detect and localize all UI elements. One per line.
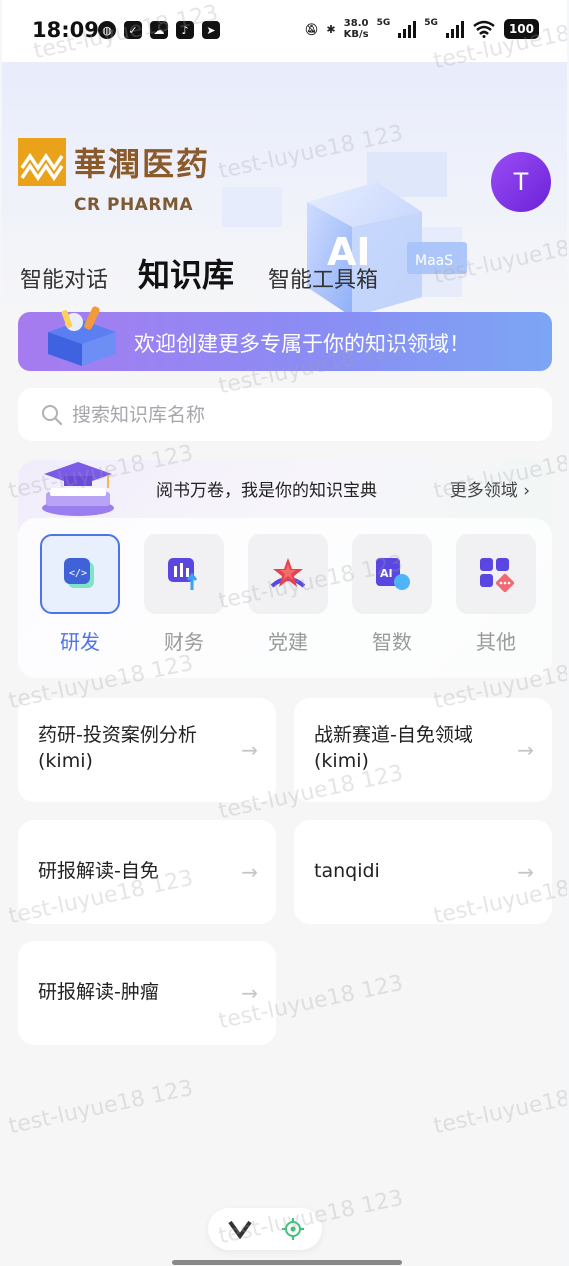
domain-label: 财务 bbox=[164, 630, 204, 654]
kb-item-title: 药研-投资案例分析(kimi) bbox=[38, 724, 197, 772]
domain-icon-box bbox=[248, 534, 328, 614]
domain-ai-data[interactable]: AI 智数 bbox=[352, 534, 432, 655]
gift-box-icon bbox=[48, 306, 116, 366]
kb-item-title: 战新赛道-自免领域(kimi) bbox=[314, 724, 473, 772]
home-indicator[interactable] bbox=[172, 1260, 402, 1265]
battery-indicator: 100 bbox=[503, 19, 539, 39]
domain-label: 党建 bbox=[268, 630, 308, 654]
arrow-right-icon: → bbox=[241, 860, 258, 884]
arrow-right-icon: → bbox=[241, 738, 258, 762]
svg-text:AI: AI bbox=[380, 567, 393, 580]
domain-finance[interactable]: 财务 bbox=[144, 534, 224, 655]
domain-label: 研发 bbox=[60, 630, 100, 654]
status-time: 18:09 bbox=[32, 18, 99, 42]
send-icon: ➤ bbox=[202, 21, 220, 39]
brand-mark-icon bbox=[18, 138, 66, 186]
domain-icon-box: AI bbox=[352, 534, 432, 614]
sim2-label: 5G bbox=[424, 18, 438, 28]
tab-knowledge-base[interactable]: 知识库 bbox=[138, 250, 234, 296]
kb-item-title: 研报解读-肿瘤 bbox=[38, 981, 159, 1003]
sim1-label: 5G bbox=[376, 18, 391, 28]
arrow-right-icon: → bbox=[517, 860, 534, 884]
domain-rd[interactable]: </> 研发 bbox=[40, 534, 120, 655]
search-input[interactable] bbox=[72, 388, 532, 441]
status-notification-icons: ◍ ✓ ☁ ♪ ➤ bbox=[98, 21, 220, 39]
kb-item-card[interactable]: 药研-投资案例分析(kimi) → bbox=[18, 698, 276, 802]
domain-party[interactable]: 党建 bbox=[248, 534, 328, 655]
signal-icon-1 bbox=[398, 20, 417, 38]
clipboard-check-icon: ✓ bbox=[124, 21, 142, 39]
bluetooth-icon: ✱ bbox=[326, 22, 336, 36]
kb-item-card[interactable]: 战新赛道-自免领域(kimi) → bbox=[294, 698, 552, 802]
speed-value: 38.0 bbox=[343, 18, 369, 29]
domain-other[interactable]: 其他 bbox=[456, 534, 536, 655]
app-screen: 18:09 ◍ ✓ ☁ ♪ ➤ 🔕︎ ✱ 38.0 KB/s 5G 5G 100… bbox=[2, 0, 567, 1266]
chevron-down-icon[interactable] bbox=[228, 1219, 252, 1239]
svg-text:MaaS: MaaS bbox=[415, 253, 453, 269]
domain-icon-box bbox=[144, 534, 224, 614]
tab-chat[interactable]: 智能对话 bbox=[20, 262, 108, 296]
kb-item-card[interactable]: tanqidi → bbox=[294, 820, 552, 924]
knowledge-slogan: 阅书万卷，我是你的知识宝典 bbox=[156, 481, 377, 501]
search-bar[interactable] bbox=[18, 388, 552, 441]
cloud-icon: ☁ bbox=[150, 21, 168, 39]
status-bar: 18:09 ◍ ✓ ☁ ♪ ➤ 🔕︎ ✱ 38.0 KB/s 5G 5G 100 bbox=[2, 0, 567, 62]
knowledge-domains-card: 阅书万卷，我是你的知识宝典 更多领域 › </> 研发 财务 党建 AI 智数 … bbox=[18, 460, 552, 678]
watermark: test-luyue18 123 bbox=[6, 1075, 196, 1140]
wifi-icon bbox=[473, 20, 495, 38]
speed-unit: KB/s bbox=[343, 29, 369, 40]
domain-icon-box bbox=[456, 534, 536, 614]
brand-name-cn: 華潤医药 bbox=[74, 145, 211, 183]
watermark: test-luyue18 123 bbox=[431, 1076, 567, 1140]
brand-logo: 華潤医药 bbox=[18, 138, 210, 186]
svg-text:</>: </> bbox=[69, 568, 87, 579]
brand-name-en: CR PHARMA bbox=[74, 195, 193, 215]
domain-icon-box: </> bbox=[40, 534, 120, 614]
welcome-banner[interactable]: 欢迎创建更多专属于你的知识领域！ bbox=[18, 306, 552, 371]
network-speed: 38.0 KB/s bbox=[344, 18, 369, 40]
locate-target-icon[interactable] bbox=[282, 1218, 304, 1240]
signal-icon-2 bbox=[445, 20, 464, 38]
ai-data-icon: AI bbox=[376, 558, 410, 590]
kb-item-title: tanqidi bbox=[314, 860, 380, 882]
arrow-right-icon: → bbox=[517, 738, 534, 762]
apps-grid-icon bbox=[480, 558, 515, 593]
party-star-icon bbox=[270, 558, 306, 588]
domain-label: 智数 bbox=[372, 630, 412, 654]
domain-label: 其他 bbox=[476, 630, 516, 654]
tab-toolbox[interactable]: 智能工具箱 bbox=[268, 262, 378, 296]
finance-chart-icon bbox=[168, 558, 198, 590]
code-icon: </> bbox=[64, 558, 94, 588]
banner-text: 欢迎创建更多专属于你的知识领域！ bbox=[134, 332, 470, 356]
kb-item-title: 研报解读-自免 bbox=[38, 860, 159, 882]
more-domains-link[interactable]: 更多领域 › bbox=[450, 476, 530, 501]
floating-toolbar bbox=[208, 1208, 322, 1250]
tiktok-icon: ♪ bbox=[176, 21, 194, 39]
mute-bell-icon: 🔕︎ bbox=[304, 22, 319, 36]
globe-icon: ◍ bbox=[98, 21, 116, 39]
arrow-right-icon: → bbox=[241, 981, 258, 1005]
search-icon bbox=[42, 405, 63, 426]
user-avatar[interactable]: T bbox=[491, 152, 551, 212]
main-tabs: 智能对话 知识库 智能工具箱 bbox=[20, 250, 378, 296]
kb-item-card[interactable]: 研报解读-肿瘤 → bbox=[18, 941, 276, 1045]
graduation-book-icon bbox=[42, 462, 114, 516]
status-system-icons: 🔕︎ ✱ 38.0 KB/s 5G 5G 100 bbox=[304, 18, 539, 40]
kb-item-card[interactable]: 研报解读-自免 → bbox=[18, 820, 276, 924]
